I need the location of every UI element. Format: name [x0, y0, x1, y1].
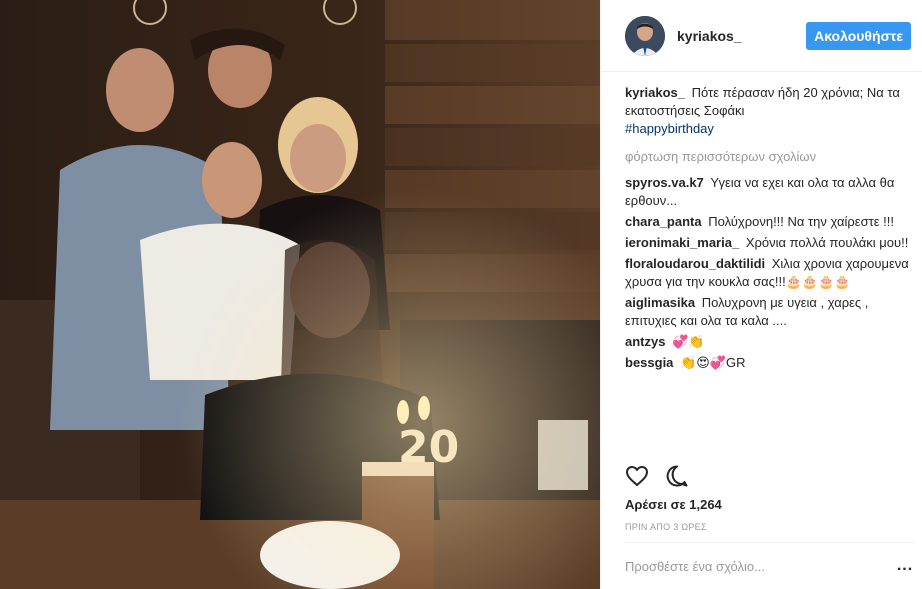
avatar-image	[625, 15, 665, 56]
comments-list[interactable]: kyriakos_ Πότε πέρασαν ήδη 20 χρόνια; Να…	[625, 84, 915, 456]
follow-button[interactable]: Ακολουθήστε	[806, 21, 911, 50]
comment-username[interactable]: floraloudarou_daktilidi	[625, 256, 765, 271]
comment-text: 👏😍💞GR	[680, 355, 746, 370]
header-username[interactable]: kyriakos_	[677, 28, 806, 44]
load-more-comments[interactable]: φόρτωση περισσότερων σχολίων	[625, 148, 915, 166]
comment-input[interactable]	[625, 558, 895, 574]
comment-username[interactable]: aiglimasika	[625, 295, 695, 310]
post-image: 20	[0, 0, 600, 589]
caption-username[interactable]: kyriakos_	[625, 85, 685, 100]
comment-username[interactable]: antzys	[625, 334, 665, 349]
comment-item: bessgia 👏😍💞GR	[625, 354, 915, 372]
caption: kyriakos_ Πότε πέρασαν ήδη 20 χρόνια; Να…	[625, 84, 915, 138]
comment-username[interactable]: chara_panta	[625, 214, 702, 229]
caption-hashtag[interactable]: #happybirthday	[625, 121, 714, 136]
post-side-panel: kyriakos_ Ακολουθήστε kyriakos_ Πότε πέρ…	[600, 0, 922, 589]
comment-item: aiglimasika Πολυχρονη με υγεια , χαρες ,…	[625, 294, 915, 330]
likes-count[interactable]: Αρέσει σε 1,264	[625, 497, 722, 512]
comment-item: floraloudarou_daktilidi Χιλια χρονια χαρ…	[625, 255, 915, 291]
post-timestamp[interactable]: ΠΡΙΝ ΑΠΟ 3 ΩΡΕΣ	[625, 522, 707, 532]
comment-bubble-icon[interactable]	[665, 464, 689, 488]
post-photo[interactable]: 20	[0, 0, 600, 589]
comment-item: antzys 💞👏	[625, 333, 915, 351]
post-actions	[625, 463, 915, 489]
comment-text: 💞👏	[672, 334, 705, 349]
comment-username[interactable]: ieronimaki_maria_	[625, 235, 739, 250]
avatar[interactable]	[625, 15, 665, 56]
more-options-icon[interactable]: ...	[895, 557, 915, 575]
post-header: kyriakos_ Ακολουθήστε	[601, 0, 922, 72]
heart-icon[interactable]	[625, 464, 649, 488]
add-comment-bar: ...	[625, 542, 915, 589]
comment-username[interactable]: bessgia	[625, 355, 673, 370]
comment-text: Χρόνια πολλά πουλάκι μου!!	[745, 235, 909, 250]
comment-username[interactable]: spyros.va.k7	[625, 175, 704, 190]
comment-text: Πολύχρονη!!! Να την χαίρεστε !!!	[708, 214, 894, 229]
comment-item: spyros.va.k7 Υγεια να εχει και ολα τα αλ…	[625, 174, 915, 210]
comment-item: chara_panta Πολύχρονη!!! Να την χαίρεστε…	[625, 213, 915, 231]
comment-item: ieronimaki_maria_ Χρόνια πολλά πουλάκι μ…	[625, 234, 915, 252]
